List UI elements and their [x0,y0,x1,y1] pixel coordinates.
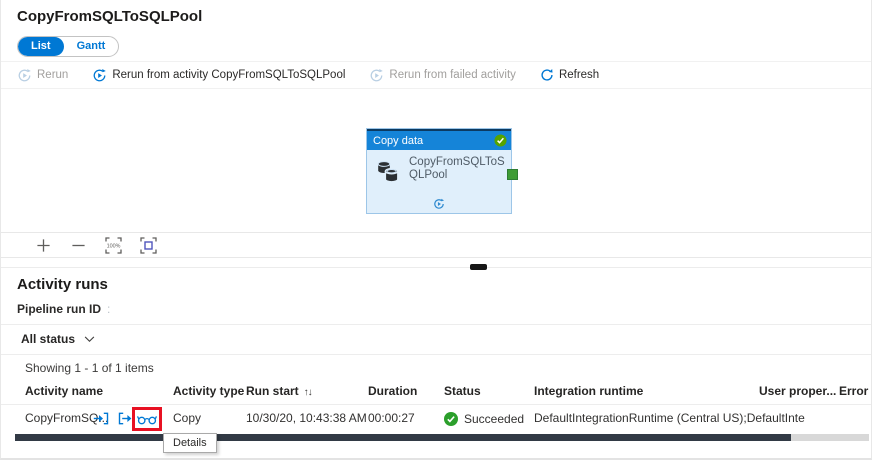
status-label: Succeeded [464,412,525,426]
refresh-icon [540,68,554,82]
table-header: Activity name Activity type Run start ↑↓ … [1,384,871,404]
col-duration[interactable]: Duration [368,384,417,398]
col-user-properties[interactable]: User proper... [759,384,836,398]
node-type-label: Copy data [373,134,424,147]
refresh-button[interactable]: Refresh [540,68,599,82]
col-activity-name[interactable]: Activity name [25,384,103,398]
pipeline-canvas[interactable]: Copy data CopyFromSQLToSQLPool [1,90,871,232]
tab-gantt[interactable]: Gantt [64,37,119,56]
tab-list[interactable]: List [18,37,64,56]
status-filter-dropdown[interactable]: All status [21,332,95,346]
node-header: Copy data [367,129,511,150]
cell-run-start: 10/30/20, 10:43:38 AM [246,411,367,425]
status-filter-label: All status [21,332,76,346]
rerun-from-activity-button[interactable]: Rerun from activity CopyFromSQLToSQLPool [92,68,345,83]
node-rerun-icon[interactable] [433,198,445,210]
table-row[interactable]: CopyFromSQ... Copy 10/30/20, 10:43:38 AM… [1,405,871,433]
zoom-fit-button[interactable] [138,235,158,255]
col-run-start-label: Run start [246,384,299,398]
rerun-from-failed-label: Rerun from failed activity [389,69,516,81]
zoom-level-label: 100% [106,243,120,249]
rerun-from-activity-icon [92,68,107,83]
col-status[interactable]: Status [444,384,481,398]
chevron-down-icon [84,335,95,343]
cell-duration: 00:00:27 [368,411,415,425]
page-title: CopyFromSQLToSQLPool [17,8,203,25]
details-glasses-icon[interactable] [137,413,157,425]
pipeline-run-id-separator: : [107,302,111,316]
divider [1,354,871,355]
scrollbar-thumb[interactable] [15,434,791,441]
node-activity-name: CopyFromSQLToSQLPool [409,156,505,181]
zoom-in-button[interactable] [33,235,53,255]
col-run-start[interactable]: Run start ↑↓ [246,384,313,398]
rerun-from-activity-label: Rerun from activity CopyFromSQLToSQLPool [112,69,346,81]
node-success-check-icon [494,134,507,147]
rerun-button[interactable]: Rerun [17,68,68,83]
node-output-port [507,169,518,180]
copy-data-icon [375,159,403,185]
input-icon[interactable] [93,411,110,426]
canvas-zoom-toolbar: 100% [1,232,871,258]
rerun-icon [17,68,32,83]
node-body: CopyFromSQLToSQLPool [367,150,511,213]
refresh-label: Refresh [558,69,600,81]
cell-activity-type: Copy [173,411,202,425]
items-count-text: Showing 1 - 1 of 1 items [25,361,154,375]
succeeded-check-icon [444,412,458,426]
col-error[interactable]: Error [839,384,868,398]
pipeline-run-id-label: Pipeline run ID [17,302,102,316]
panel-splitter [1,264,871,270]
copy-activity-node[interactable]: Copy data CopyFromSQLToSQLPool [366,128,518,214]
run-toolbar: Rerun Rerun from activity CopyFromSQLToS… [1,61,871,89]
pipeline-run-monitor: CopyFromSQLToSQLPool List Gantt Rerun Re… [0,0,872,460]
sort-icon: ↑↓ [303,387,313,398]
divider [1,324,871,325]
col-integration-runtime[interactable]: Integration runtime [534,384,643,398]
cell-status: Succeeded [444,405,524,433]
rerun-from-failed-icon [369,68,384,83]
splitter-drag-handle[interactable] [470,264,487,270]
rerun-label: Rerun [37,69,69,81]
horizontal-scrollbar[interactable] [15,434,869,441]
details-tooltip: Details [163,433,217,453]
zoom-reset-button[interactable]: 100% [103,235,123,255]
pipeline-run-id: Pipeline run ID: [17,302,110,316]
zoom-out-button[interactable] [68,235,88,255]
cell-integration-runtime: DefaultIntegrationRuntime (Central US);D… [534,411,805,425]
view-tabs: List Gantt [17,36,120,57]
rerun-from-failed-button[interactable]: Rerun from failed activity [369,68,516,83]
col-activity-type[interactable]: Activity type [173,384,244,398]
activity-runs-heading: Activity runs [17,276,108,293]
